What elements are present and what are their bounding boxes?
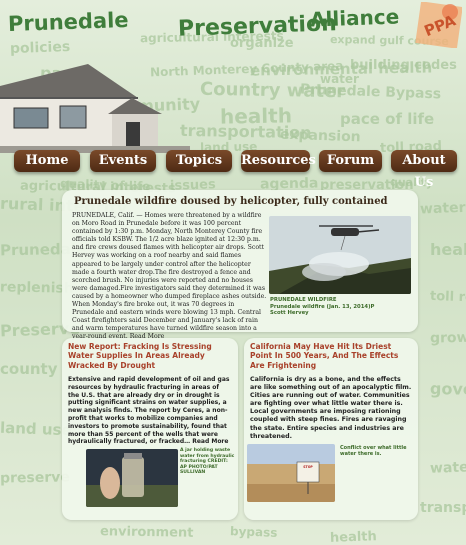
background-word: bypass — [229, 524, 278, 540]
feature-caption-credit: Scott Hervey — [270, 310, 309, 317]
site-header: Prunedale Preservation Alliance PPA — [0, 0, 466, 153]
right-article-body: California is dry as a bone, and the eff… — [250, 376, 412, 440]
site-title-prunedale: Prunedale — [7, 7, 129, 37]
background-word: county — [0, 360, 58, 378]
right-article: California May Have Hit Its Driest Point… — [244, 338, 418, 520]
nav-about-us[interactable]: About Us — [391, 150, 457, 190]
background-word: growth — [429, 329, 466, 347]
left-article: New Report: Fracking Is Stressing Water … — [62, 338, 238, 520]
background-word: environment — [99, 524, 194, 541]
left-article-title[interactable]: New Report: Fracking Is Stressing Water … — [68, 342, 232, 370]
feature-caption-line: Prunedale wildfire (Jan. 13, 2014)P — [270, 303, 375, 310]
nav-events[interactable]: Events — [90, 150, 156, 172]
background-word: toll road — [429, 288, 466, 307]
wildfire-helicopter-photo[interactable] — [269, 216, 411, 294]
background-word: government — [429, 379, 466, 400]
feature-caption: PRUNEDALE WILDFIRE Prunedale wildfire (J… — [270, 297, 374, 317]
nav-forum[interactable]: Forum — [319, 150, 382, 172]
feature-title[interactable]: Prunedale wildfire doused by helicopter,… — [74, 196, 388, 207]
background-word: transportation — [420, 500, 466, 516]
right-article-title[interactable]: California May Have Hit Its Driest Point… — [250, 342, 414, 370]
background-word: watershed — [419, 198, 466, 218]
right-article-caption: Conflict over what little water there is… — [340, 445, 407, 458]
site-title-alliance: Alliance — [309, 4, 400, 32]
nav-resources[interactable]: Resources — [241, 150, 316, 172]
fracking-water-jar-photo[interactable] — [86, 449, 178, 507]
background-word: health — [329, 529, 378, 545]
left-article-caption: A jar holding waste water from hydraulic… — [180, 448, 235, 476]
feature-article: Prunedale wildfire doused by helicopter,… — [62, 190, 418, 340]
drought-field-photo[interactable]: STOP — [247, 444, 335, 502]
nav-home[interactable]: Home — [14, 150, 80, 172]
background-word: water — [429, 459, 466, 477]
feature-body: PRUNEDALE, Calif. — Homes were threatene… — [72, 212, 267, 341]
background-word: health — [430, 240, 466, 259]
nav-topics[interactable]: Topics — [166, 150, 232, 172]
feature-caption-title: PRUNEDALE WILDFIRE — [270, 297, 337, 303]
stop-sign-text: STOP — [303, 465, 313, 469]
left-article-body: Extensive and rapid development of oil a… — [68, 376, 230, 446]
ppa-logo[interactable]: PPA — [412, 2, 462, 48]
background-word: preserve — [0, 469, 70, 487]
main-nav: Home Events Topics Resources Forum About… — [0, 150, 466, 190]
house-illustration — [0, 64, 190, 153]
